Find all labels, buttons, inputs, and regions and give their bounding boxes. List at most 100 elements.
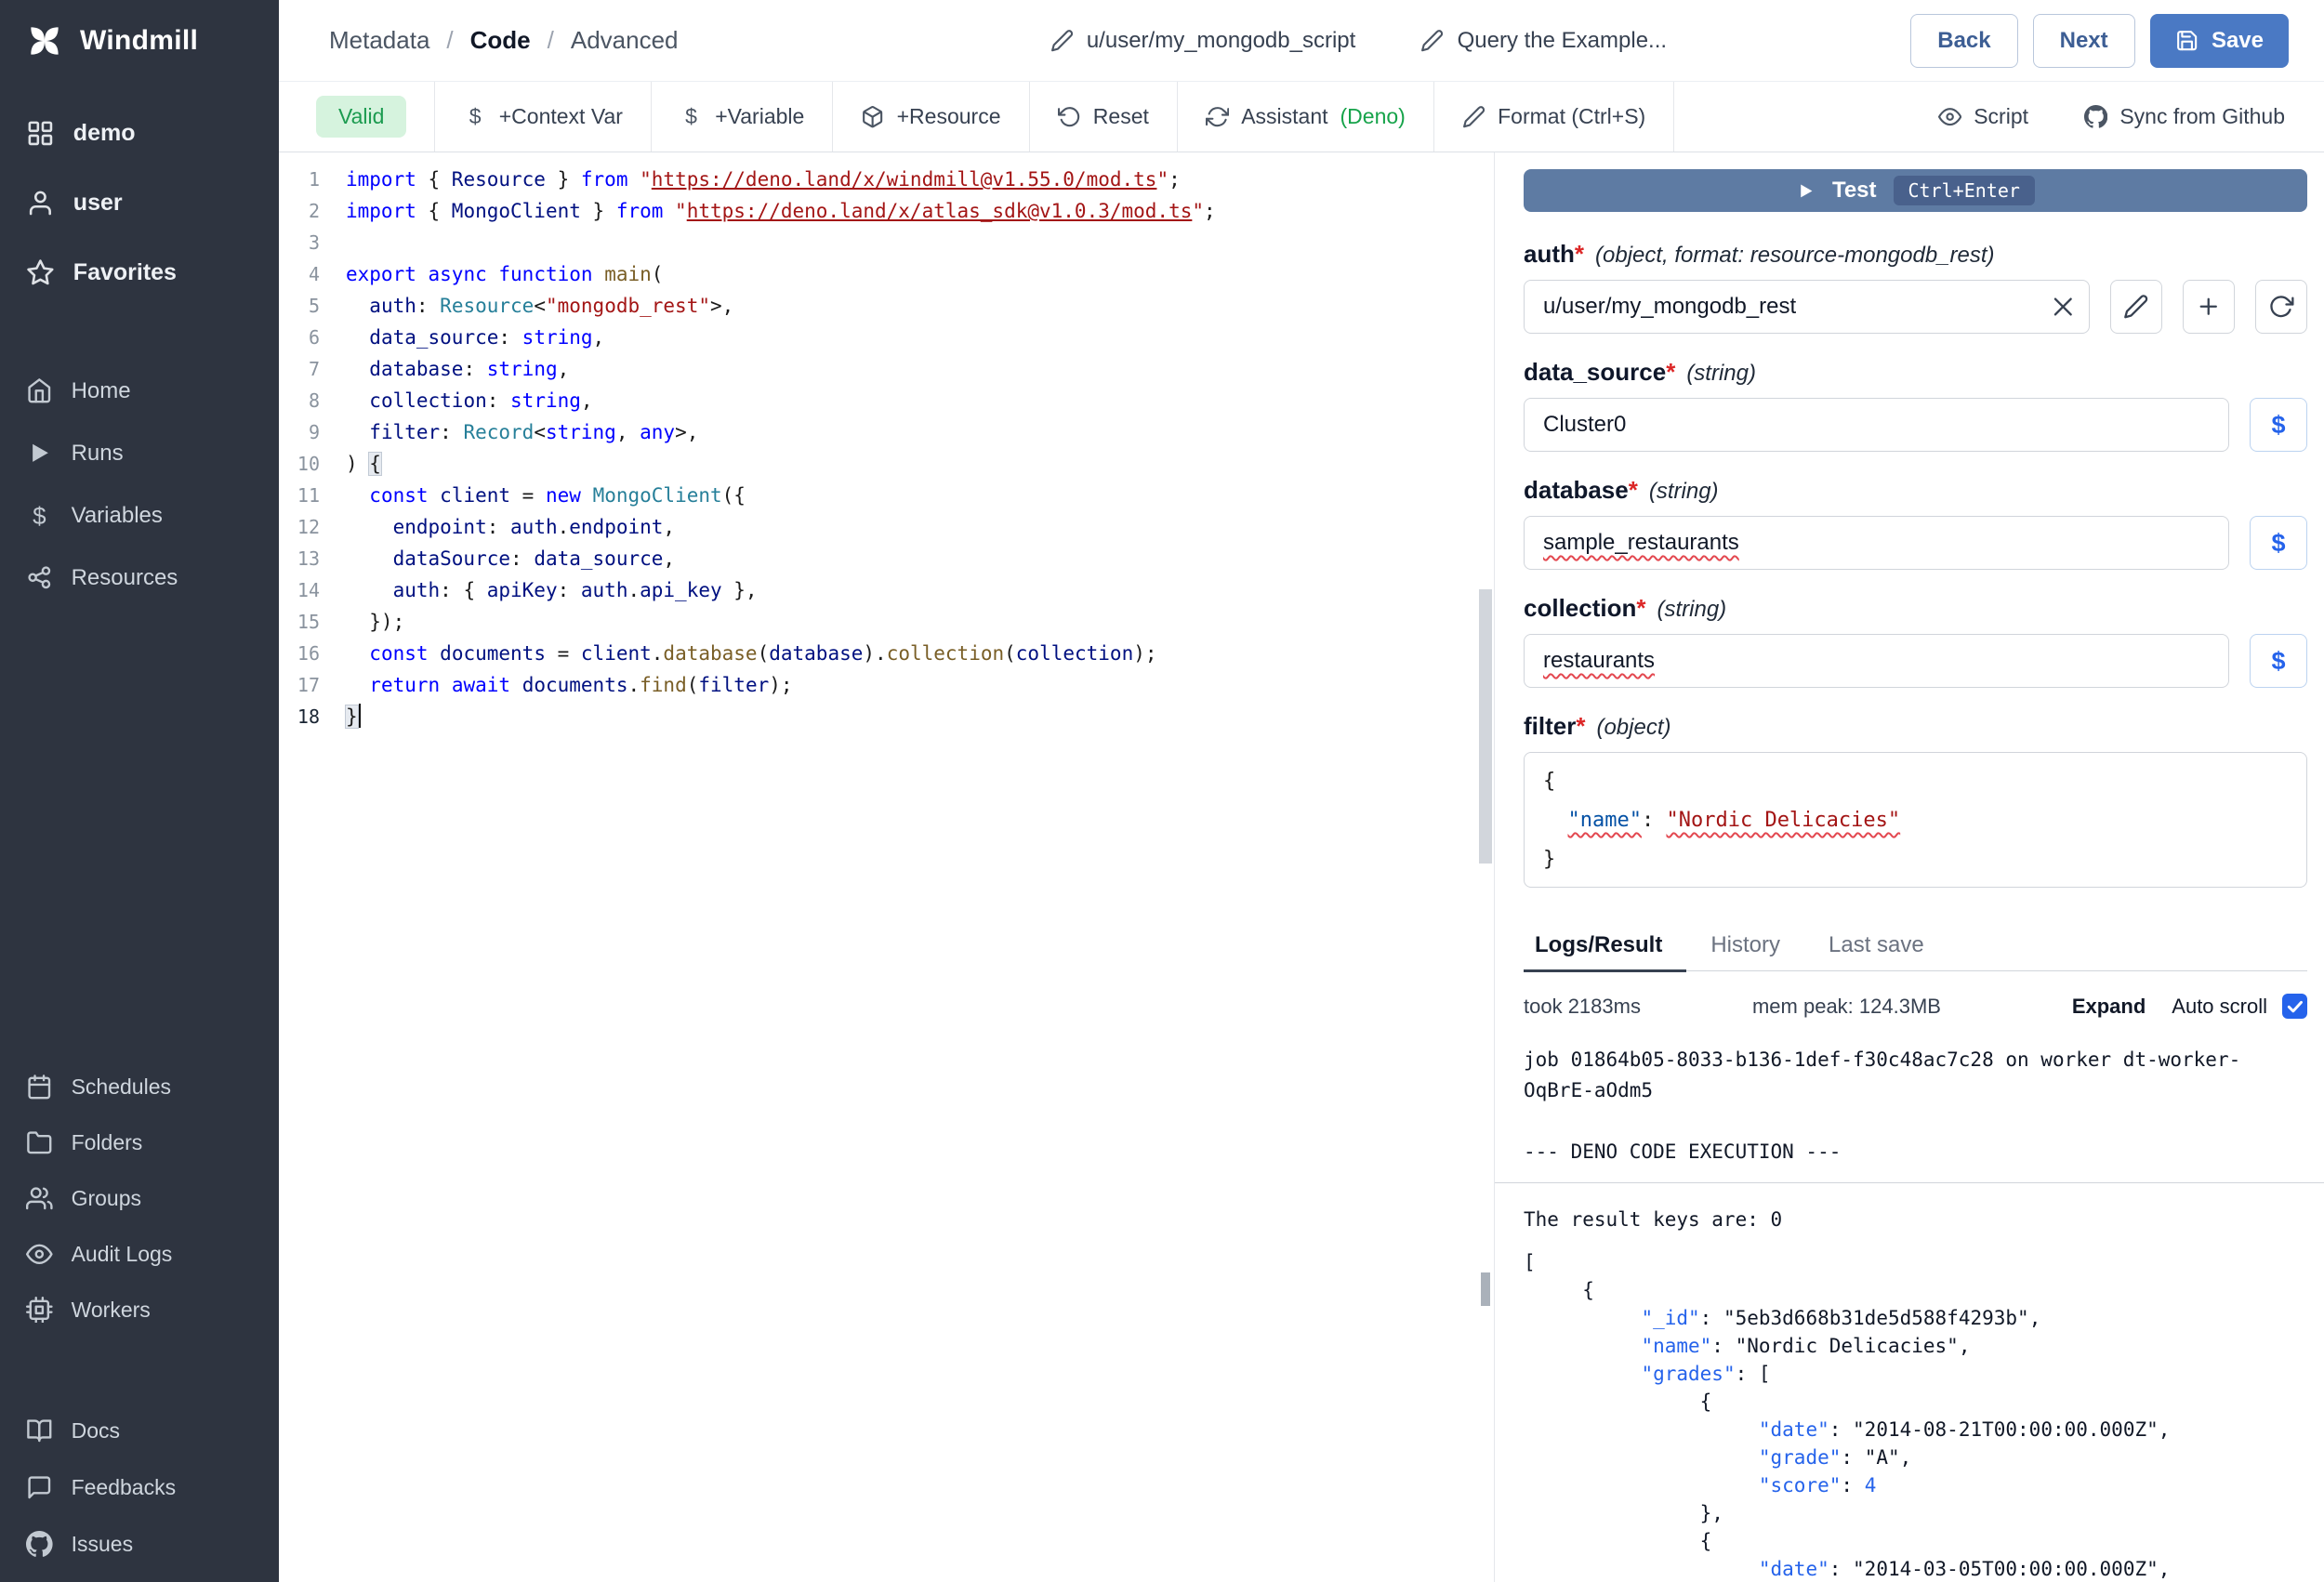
collection-value: restaurants xyxy=(1543,648,1655,674)
clear-resource-button[interactable] xyxy=(2050,294,2077,321)
auth-resource-input[interactable] xyxy=(1524,280,2090,334)
sidebar-item-label: Issues xyxy=(72,1532,133,1557)
collection-variable-button[interactable]: $ xyxy=(2250,634,2307,688)
toolbar-context-var[interactable]: $+Context Var xyxy=(435,82,651,152)
sidebar-item-label: Runs xyxy=(72,441,124,467)
save-button[interactable]: Save xyxy=(2150,14,2289,68)
auth-field-label: auth* (object, format: resource-mongodb_… xyxy=(1524,240,2307,269)
sidebar-item-groups[interactable]: Groups xyxy=(0,1170,279,1226)
code-line-15[interactable]: 15 }); xyxy=(279,606,1494,638)
code-line-13[interactable]: 13 dataSource: data_source, xyxy=(279,543,1494,574)
sidebar-item-runs[interactable]: Runs xyxy=(0,422,279,484)
sidebar-item-label: Favorites xyxy=(73,259,177,286)
code-line-17[interactable]: 17 return await documents.find(filter); xyxy=(279,669,1494,701)
test-button[interactable]: Test Ctrl+Enter xyxy=(1524,169,2307,212)
code-line-3[interactable]: 3 xyxy=(279,227,1494,258)
auth-input-row xyxy=(1524,280,2307,334)
toolbar-variable[interactable]: $+Variable xyxy=(652,82,833,152)
sidebar-item-feedbacks[interactable]: Feedbacks xyxy=(0,1459,279,1516)
code-line-4[interactable]: 4export async function main( xyxy=(279,258,1494,290)
breadcrumb: Metadata/Code/Advanced xyxy=(329,26,679,55)
home-icon xyxy=(26,377,53,404)
filter-json-editor[interactable]: { "name": "Nordic Delicacies"} xyxy=(1524,752,2307,888)
field-name: filter xyxy=(1524,712,1576,741)
breadcrumb-item-metadata[interactable]: Metadata xyxy=(329,26,429,55)
code-line-5[interactable]: 5 auth: Resource<"mongodb_rest">, xyxy=(279,290,1494,322)
workspace-logo[interactable]: Windmill xyxy=(0,0,279,82)
code-line-10[interactable]: 10) { xyxy=(279,448,1494,480)
script-summary-edit[interactable]: Query the Example... xyxy=(1420,28,1667,54)
code-line-16[interactable]: 16 const documents = client.database(dat… xyxy=(279,638,1494,669)
sidebar-item-variables[interactable]: $Variables xyxy=(0,484,279,547)
edit-resource-button[interactable] xyxy=(2110,280,2162,334)
sidebar-item-issues[interactable]: Issues xyxy=(0,1516,279,1573)
sidebar-item-docs[interactable]: Docs xyxy=(0,1403,279,1459)
x-icon xyxy=(2050,294,2077,321)
sidebar-top-group: demouser Favorites xyxy=(0,99,279,308)
code-line-18[interactable]: 18} xyxy=(279,701,1494,732)
toolbar-reset[interactable]: Reset xyxy=(1030,82,1178,152)
script-path-edit[interactable]: u/user/my_mongodb_script xyxy=(1050,28,1356,54)
code-line-2[interactable]: 2import { MongoClient } from "https://de… xyxy=(279,195,1494,227)
sidebar-item-favorites[interactable]: Favorites xyxy=(0,238,279,308)
result-output[interactable]: The result keys are: 0 [ { "_id": "5eb3d… xyxy=(1524,1206,2307,1582)
text-cursor xyxy=(359,704,361,728)
code-line-14[interactable]: 14 auth: { apiKey: auth.api_key }, xyxy=(279,574,1494,606)
sidebar-item-schedules[interactable]: Schedules xyxy=(0,1059,279,1114)
grid-icon xyxy=(26,119,55,148)
code-line-1[interactable]: 1import { Resource } from "https://deno.… xyxy=(279,164,1494,195)
toolbar-sync-from-github[interactable]: Sync from Github xyxy=(2084,104,2285,129)
content-row: 1import { Resource } from "https://deno.… xyxy=(279,152,2324,1582)
add-resource-button[interactable] xyxy=(2183,280,2235,334)
header: Metadata/Code/Advanced u/user/my_mongodb… xyxy=(279,0,2324,82)
field-type: (object, format: resource-mongodb_rest) xyxy=(1595,243,1995,269)
toolbar-assistant[interactable]: Assistant(Deno) xyxy=(1178,82,1434,152)
tab-last-save[interactable]: Last save xyxy=(1804,921,1948,970)
sidebar-item-workers[interactable]: Workers xyxy=(0,1282,279,1338)
code-editor[interactable]: 1import { Resource } from "https://deno.… xyxy=(279,152,1495,1582)
main-column: Metadata/Code/Advanced u/user/my_mongodb… xyxy=(279,0,2324,1582)
collection-input[interactable]: restaurants xyxy=(1524,634,2229,688)
toolbar-script[interactable]: Script xyxy=(1938,104,2028,129)
data-source-variable-button[interactable]: $ xyxy=(2250,398,2307,452)
sidebar-item-home[interactable]: Home xyxy=(0,360,279,422)
expand-button[interactable]: Expand xyxy=(2072,995,2146,1019)
run-preview-panel: Test Ctrl+Enter auth* (object, format: r… xyxy=(1495,152,2324,1582)
sidebar-item-user[interactable]: user xyxy=(0,168,279,238)
sidebar-item-resources[interactable]: Resources xyxy=(0,547,279,609)
breadcrumb-item-advanced[interactable]: Advanced xyxy=(571,26,679,55)
code-line-6[interactable]: 6 data_source: string, xyxy=(279,322,1494,353)
back-button[interactable]: Back xyxy=(1910,14,2017,68)
next-button[interactable]: Next xyxy=(2033,14,2135,68)
line-number: 10 xyxy=(279,448,346,480)
field-name: data_source xyxy=(1524,358,1666,387)
database-input[interactable]: sample_restaurants xyxy=(1524,516,2229,570)
required-asterisk: * xyxy=(1576,712,1585,741)
dollar-icon: $ xyxy=(680,105,703,128)
code-line-11[interactable]: 11 const client = new MongoClient({ xyxy=(279,480,1494,511)
tab-logs-result[interactable]: Logs/Result xyxy=(1524,921,1686,972)
collection-field-label: collection* (string) xyxy=(1524,594,2307,623)
autoscroll-checkbox[interactable] xyxy=(2282,994,2307,1019)
database-variable-button[interactable]: $ xyxy=(2250,516,2307,570)
test-label: Test xyxy=(1832,178,1877,204)
toolbar-format-ctrl-s[interactable]: Format (Ctrl+S) xyxy=(1434,82,1674,152)
code-line-12[interactable]: 12 endpoint: auth.endpoint, xyxy=(279,511,1494,543)
code-line-7[interactable]: 7 database: string, xyxy=(279,353,1494,385)
database-input-row: sample_restaurants $ xyxy=(1524,516,2307,570)
check-icon xyxy=(2286,997,2304,1016)
required-asterisk: * xyxy=(1666,358,1675,387)
code-line-8[interactable]: 8 collection: string, xyxy=(279,385,1494,416)
breadcrumb-item-code[interactable]: Code xyxy=(470,26,531,55)
toolbar-resource[interactable]: +Resource xyxy=(833,82,1029,152)
sidebar-item-audit-logs[interactable]: Audit Logs xyxy=(0,1226,279,1282)
sidebar-item-demo[interactable]: demo xyxy=(0,99,279,168)
refresh-icon xyxy=(1206,105,1229,128)
code-line-9[interactable]: 9 filter: Record<string, any>, xyxy=(279,416,1494,448)
editor-scrollbar[interactable] xyxy=(1479,589,1492,864)
tab-history[interactable]: History xyxy=(1686,921,1804,970)
sidebar-item-folders[interactable]: Folders xyxy=(0,1114,279,1170)
users-icon xyxy=(26,1185,53,1212)
refresh-resource-button[interactable] xyxy=(2255,280,2307,334)
data-source-input[interactable] xyxy=(1524,398,2229,452)
